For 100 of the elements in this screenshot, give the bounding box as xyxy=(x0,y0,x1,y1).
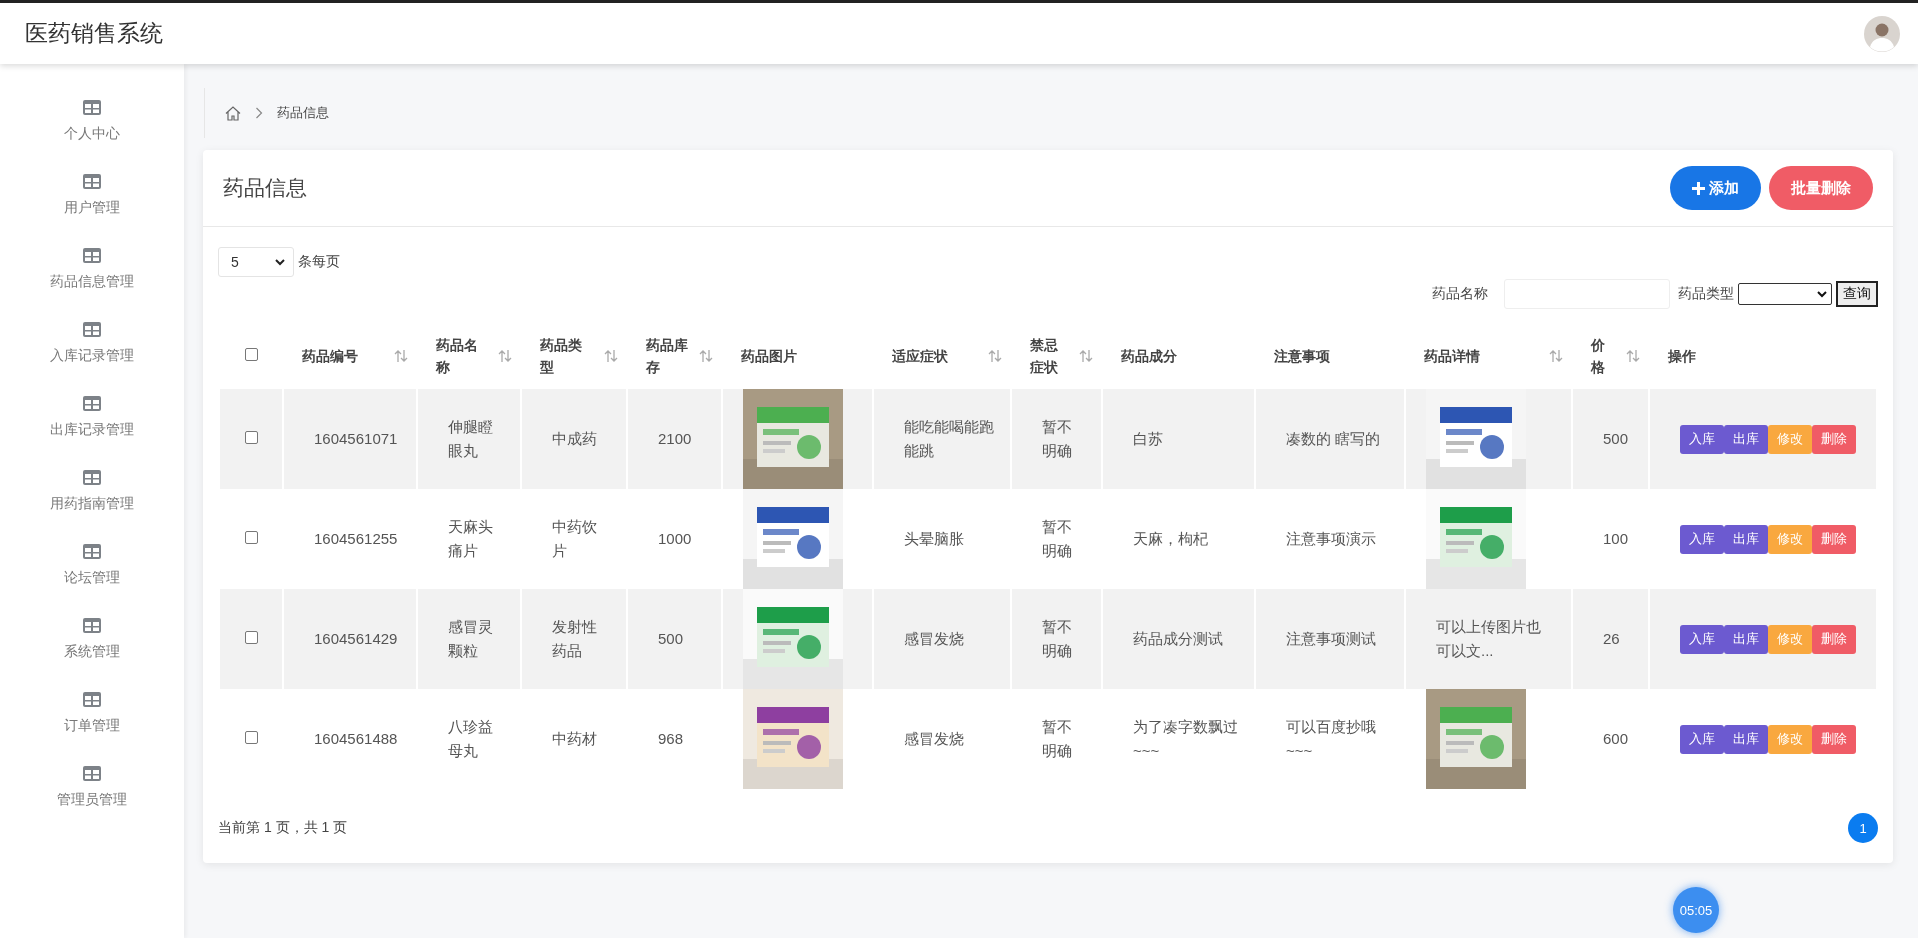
batch-delete-button[interactable]: 批量删除 xyxy=(1769,166,1873,210)
sidebar-label: 药品信息管理 xyxy=(50,273,134,291)
page-button[interactable]: 1 xyxy=(1848,813,1878,843)
sidebar-item[interactable]: 出库记录管理 xyxy=(50,396,134,439)
column-header: 注意事项 xyxy=(1274,347,1330,366)
sidebar-label: 系统管理 xyxy=(64,643,120,661)
table-cell: 能吃能喝能跑能跳 xyxy=(904,418,994,459)
table-icon xyxy=(83,396,101,411)
table-cell: 可以上传图片也可以文... xyxy=(1436,618,1541,659)
action-button[interactable]: 入库 xyxy=(1680,424,1724,454)
table-cell: 1000 xyxy=(658,530,692,547)
table-cell: 天麻，枸杞 xyxy=(1133,530,1208,547)
action-button[interactable]: 删除 xyxy=(1812,424,1856,454)
action-button[interactable]: 入库 xyxy=(1680,524,1724,554)
column-header: 禁忌症状 xyxy=(1030,336,1059,377)
sidebar-label: 入库记录管理 xyxy=(50,347,134,365)
table-icon xyxy=(83,544,101,559)
column-header: 药品详情 xyxy=(1424,347,1480,366)
sort-icon[interactable] xyxy=(1079,349,1093,363)
sidebar-item[interactable]: 论坛管理 xyxy=(64,544,120,587)
table-cell: 500 xyxy=(1603,430,1629,447)
table-cell: 注意事项测试 xyxy=(1286,630,1376,647)
action-button[interactable]: 出库 xyxy=(1724,424,1768,454)
sidebar-label: 管理员管理 xyxy=(57,791,127,809)
sidebar-item[interactable]: 用户管理 xyxy=(64,174,120,217)
sidebar-item[interactable]: 药品信息管理 xyxy=(50,248,134,291)
table-cell: 1604561429 xyxy=(314,630,398,647)
table-cell: 为了凑字数飘过~~~ xyxy=(1133,718,1238,759)
table-cell: 中成药 xyxy=(552,430,597,447)
avatar[interactable] xyxy=(1864,15,1900,52)
action-button[interactable]: 入库 xyxy=(1680,724,1724,754)
column-header: 价格 xyxy=(1591,336,1606,377)
sort-icon[interactable] xyxy=(1626,349,1640,363)
sort-icon[interactable] xyxy=(604,349,618,363)
sort-icon[interactable] xyxy=(1549,349,1563,363)
table-cell: 中药材 xyxy=(552,730,597,747)
action-button[interactable]: 删除 xyxy=(1812,624,1856,654)
home-icon[interactable] xyxy=(225,105,241,121)
column-header: 操作 xyxy=(1668,347,1696,366)
table-cell: 1604561071 xyxy=(314,430,398,447)
sidebar-label: 订单管理 xyxy=(64,717,120,735)
table-cell: 天麻头痛片 xyxy=(448,518,493,559)
table-icon xyxy=(83,470,101,485)
table-cell: 感冒发烧 xyxy=(904,630,964,647)
sort-icon[interactable] xyxy=(988,349,1002,363)
table-cell: 500 xyxy=(658,630,684,647)
table-cell: 26 xyxy=(1603,630,1620,647)
sidebar-item[interactable]: 订单管理 xyxy=(64,692,120,735)
breadcrumb-item: 药品信息 xyxy=(277,104,329,122)
chevron-right-icon xyxy=(255,107,263,119)
table-cell: 600 xyxy=(1603,730,1629,747)
table-cell: 感冒灵颗粒 xyxy=(448,618,493,659)
sort-icon[interactable] xyxy=(394,349,408,363)
table-cell: 发射性药品 xyxy=(552,618,597,659)
action-button[interactable]: 出库 xyxy=(1724,524,1768,554)
table-icon xyxy=(83,766,101,781)
sidebar-label: 个人中心 xyxy=(64,125,120,143)
row-checkbox[interactable] xyxy=(244,531,258,544)
table-cell: 1604561488 xyxy=(314,730,398,747)
sidebar-label: 论坛管理 xyxy=(64,569,120,587)
sidebar-label: 出库记录管理 xyxy=(50,421,134,439)
table-cell: 100 xyxy=(1603,530,1629,547)
column-header: 药品编号 xyxy=(302,347,358,366)
sidebar-item[interactable]: 系统管理 xyxy=(64,618,120,661)
table-cell: 968 xyxy=(658,730,684,747)
table-icon xyxy=(83,174,101,189)
page-size-select[interactable]: 5 xyxy=(218,247,294,277)
sidebar-item[interactable]: 管理员管理 xyxy=(57,766,127,809)
action-button[interactable]: 删除 xyxy=(1812,724,1856,754)
row-checkbox[interactable] xyxy=(244,631,258,644)
action-button[interactable]: 出库 xyxy=(1724,724,1768,754)
table-icon xyxy=(83,100,101,115)
table-cell: 药品成分测试 xyxy=(1133,630,1223,647)
sidebar-item[interactable]: 入库记录管理 xyxy=(50,322,134,365)
action-button[interactable]: 入库 xyxy=(1680,624,1724,654)
row-checkbox[interactable] xyxy=(244,431,258,444)
action-button[interactable]: 出库 xyxy=(1724,624,1768,654)
row-checkbox[interactable] xyxy=(244,731,258,744)
table-cell: 白苏 xyxy=(1133,430,1163,447)
sort-icon[interactable] xyxy=(699,349,713,363)
table-cell: 2100 xyxy=(658,430,692,447)
table-cell: 暂不明确 xyxy=(1042,418,1072,459)
query-button[interactable]: 查询 xyxy=(1836,281,1878,307)
add-button[interactable]: 添加 xyxy=(1670,166,1761,210)
sidebar-item[interactable]: 用药指南管理 xyxy=(50,470,134,513)
panel-title: 药品信息 xyxy=(223,175,307,201)
table-cell: 注意事项演示 xyxy=(1286,530,1376,547)
sidebar-label: 用药指南管理 xyxy=(50,495,134,513)
table-cell: 伸腿瞪眼丸 xyxy=(448,418,493,459)
column-header: 药品成分 xyxy=(1121,347,1177,366)
sort-icon[interactable] xyxy=(498,349,512,363)
timer-badge: 05:05 xyxy=(1673,887,1719,933)
action-button[interactable]: 删除 xyxy=(1812,524,1856,554)
sidebar-item[interactable]: 个人中心 xyxy=(64,100,120,143)
table-icon xyxy=(83,322,101,337)
type-select[interactable] xyxy=(1738,283,1832,305)
select-all-checkbox[interactable] xyxy=(244,348,258,361)
column-header: 药品图片 xyxy=(741,347,797,366)
search-label: 药品类型 xyxy=(1678,285,1734,303)
table-icon xyxy=(83,248,101,263)
